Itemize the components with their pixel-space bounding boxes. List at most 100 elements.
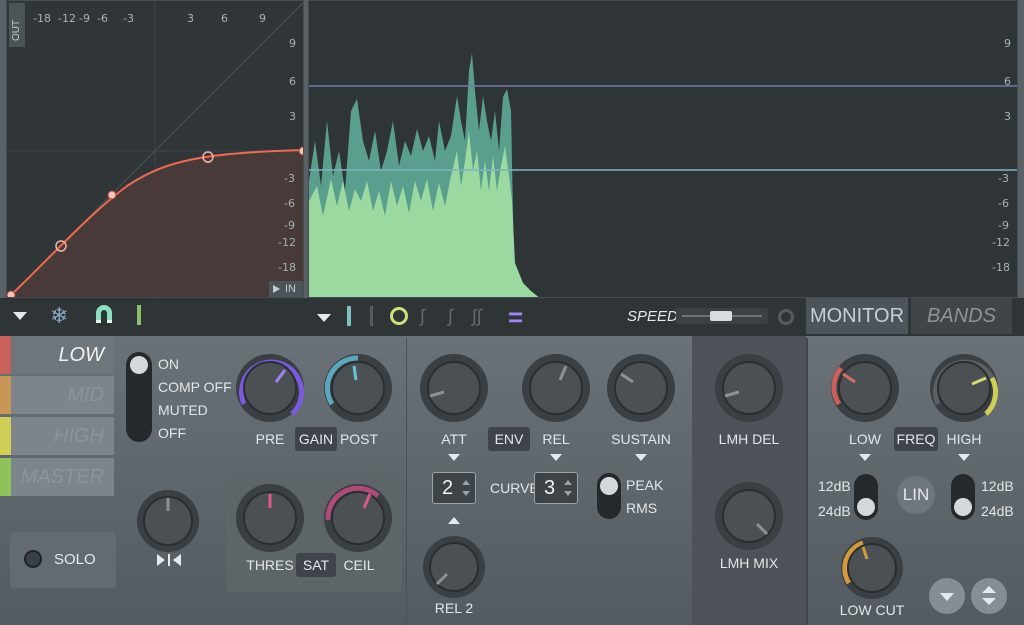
magnet-icon[interactable]: [94, 303, 114, 325]
peak-label[interactable]: PEAK: [626, 477, 663, 493]
right-tick: -9: [284, 219, 295, 232]
tab-monitor[interactable]: MONITOR: [806, 298, 908, 334]
high-slope-24[interactable]: 24dB: [981, 503, 1014, 519]
env-button[interactable]: ENV: [488, 427, 530, 451]
band-high-strip: [0, 417, 11, 455]
state-off[interactable]: OFF: [158, 425, 186, 441]
pre-knob[interactable]: [230, 348, 310, 428]
ceil-label: CEIL: [343, 557, 375, 573]
top-tick: -9: [79, 12, 90, 25]
curve-point[interactable]: [7, 290, 16, 298]
band-low[interactable]: LOW: [0, 336, 114, 374]
meter-tick: -9: [998, 219, 1009, 232]
state-comp-off[interactable]: COMP OFF: [158, 379, 232, 395]
speed-slider[interactable]: [676, 308, 768, 324]
slope2-icon[interactable]: ∫: [448, 306, 453, 327]
solo-button[interactable]: SOLO: [10, 532, 116, 588]
stereo-knob[interactable]: [133, 486, 203, 556]
band-low-strip: [0, 336, 11, 374]
peak-rms-switch[interactable]: [597, 473, 621, 519]
low-slope-12[interactable]: 12dB: [818, 478, 851, 494]
xover-high-knob[interactable]: [924, 348, 1004, 428]
rms-label[interactable]: RMS: [626, 500, 657, 516]
lin-button[interactable]: LIN: [897, 476, 935, 514]
right-tick: -12: [278, 236, 296, 249]
solo-label: SOLO: [54, 551, 96, 568]
meter-menu-arrow-icon[interactable]: [317, 314, 331, 322]
xover-low-knob[interactable]: [825, 348, 905, 428]
sustain-menu-arrow-icon[interactable]: [635, 454, 647, 461]
low-slope-handle: [857, 498, 875, 516]
rel-knob[interactable]: [516, 348, 596, 428]
snowflake-icon[interactable]: ❄: [50, 303, 68, 329]
spinner-down-icon[interactable]: [462, 491, 470, 496]
rel2-up-arrow-icon[interactable]: [448, 517, 460, 524]
band-master-label: MASTER: [20, 465, 104, 488]
peak-rms-handle: [600, 477, 618, 495]
state-switch[interactable]: [126, 352, 152, 442]
graph-menu-arrow-icon[interactable]: [13, 312, 27, 320]
curve-point[interactable]: [107, 190, 117, 200]
lmh-mix-knob[interactable]: [709, 476, 789, 556]
preset-updown-button[interactable]: [971, 578, 1007, 614]
equals-icon[interactable]: =: [508, 302, 523, 333]
band-high[interactable]: HIGH: [0, 417, 114, 455]
att-label: ATT: [441, 431, 467, 447]
transfer-graph[interactable]: OUT IN -18 -12 -9 -6 -3 3 6 9 9 6 3 -3 -…: [6, 0, 304, 298]
meter-tick: 6: [1004, 75, 1011, 88]
band-mid[interactable]: MID: [0, 376, 114, 414]
att-menu-arrow-icon[interactable]: [448, 454, 460, 461]
preset-down-button[interactable]: [929, 578, 965, 614]
xover-high-menu-arrow-icon[interactable]: [958, 454, 970, 461]
divider: [806, 338, 808, 625]
spinner-up-icon[interactable]: [462, 480, 470, 485]
post-knob[interactable]: [318, 348, 398, 428]
rel-curve-spinner[interactable]: 3: [534, 472, 578, 504]
high-slope-12[interactable]: 12dB: [981, 478, 1014, 494]
spinner-up-icon[interactable]: [564, 480, 572, 485]
right-tick: 6: [289, 75, 296, 88]
stereo-icon: [155, 552, 183, 568]
env-button-label: ENV: [494, 431, 524, 447]
band-mid-label: MID: [67, 383, 104, 406]
top-tick: -6: [97, 12, 108, 25]
post-label: POST: [339, 431, 379, 447]
band-master[interactable]: MASTER: [0, 458, 114, 496]
att-knob[interactable]: [414, 348, 494, 428]
speed-indicator-icon[interactable]: [778, 309, 794, 325]
speed-slider-handle[interactable]: [710, 311, 732, 321]
meter-bar-dim-icon[interactable]: [370, 306, 373, 326]
att-curve-spinner[interactable]: 2: [432, 472, 476, 504]
low-cut-knob[interactable]: [837, 533, 907, 603]
high-slope-switch[interactable]: [951, 474, 975, 520]
rel2-label: REL 2: [434, 600, 474, 616]
ceil-knob[interactable]: [318, 478, 398, 558]
waveform-display[interactable]: 9 6 3 -3 -6 -9 -12 -18 9: [308, 0, 1018, 298]
low-slope-24[interactable]: 24dB: [818, 503, 851, 519]
sustain-knob[interactable]: [601, 348, 681, 428]
gain-button[interactable]: GAIN: [295, 427, 337, 451]
spinner-down-icon[interactable]: [564, 491, 572, 496]
tab-bands[interactable]: BANDS: [911, 298, 1012, 334]
slope1-icon[interactable]: ∫: [420, 306, 425, 327]
low-slope-switch[interactable]: [854, 474, 878, 520]
green-bar-icon[interactable]: [137, 305, 141, 325]
lmh-del-knob[interactable]: [709, 348, 789, 428]
band-mid-strip: [0, 376, 11, 414]
rel-menu-arrow-icon[interactable]: [550, 454, 562, 461]
freq-button[interactable]: FREQ: [894, 427, 938, 451]
slope3-icon[interactable]: ∫∫: [472, 306, 482, 327]
divider: [406, 338, 407, 625]
state-switch-handle: [130, 356, 148, 374]
xover-low-menu-arrow-icon[interactable]: [859, 454, 871, 461]
state-muted[interactable]: MUTED: [158, 402, 208, 418]
state-on[interactable]: ON: [158, 356, 179, 372]
meter-bar-icon[interactable]: [347, 306, 351, 326]
curve-point[interactable]: [298, 146, 304, 156]
thres-knob[interactable]: [230, 478, 310, 558]
top-tick: 9: [259, 12, 266, 25]
rel2-knob[interactable]: [419, 532, 489, 602]
band-high-label: HIGH: [54, 424, 104, 447]
in-label: IN: [285, 283, 296, 295]
ring-icon[interactable]: [390, 307, 408, 325]
